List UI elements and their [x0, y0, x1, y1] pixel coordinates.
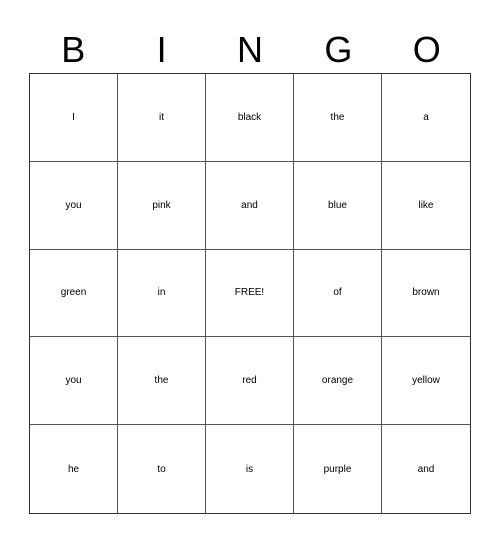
- bingo-cell[interactable]: of: [294, 249, 382, 338]
- bingo-cell[interactable]: I: [30, 74, 118, 162]
- header-letter-b: B: [61, 29, 86, 70]
- header-letter-i: I: [156, 29, 167, 70]
- bingo-cell[interactable]: the: [294, 74, 382, 162]
- bingo-cell[interactable]: you: [30, 161, 118, 250]
- bingo-header: B I N G O: [29, 28, 471, 72]
- bingo-cell[interactable]: brown: [382, 250, 470, 338]
- header-letter-n: N: [236, 29, 263, 70]
- bingo-cell[interactable]: to: [118, 425, 206, 513]
- bingo-cell[interactable]: blue: [294, 161, 382, 250]
- bingo-cell[interactable]: black: [206, 74, 294, 162]
- bingo-cell[interactable]: pink: [118, 161, 206, 250]
- bingo-cell[interactable]: and: [382, 425, 470, 513]
- header-letter-g: G: [324, 29, 353, 70]
- bingo-card-grid: I it black the a you pink and blue like …: [29, 73, 471, 514]
- bingo-cell[interactable]: it: [118, 74, 206, 162]
- bingo-cell[interactable]: is: [206, 425, 294, 513]
- bingo-cell[interactable]: orange: [294, 337, 382, 426]
- bingo-cell[interactable]: in: [118, 249, 206, 338]
- bingo-cell[interactable]: the: [118, 337, 206, 426]
- bingo-cell[interactable]: red: [206, 337, 294, 426]
- bingo-cell[interactable]: purple: [294, 425, 382, 513]
- bingo-cell[interactable]: green: [30, 249, 118, 338]
- free-space-cell[interactable]: FREE!: [206, 249, 294, 338]
- bingo-cell[interactable]: yellow: [382, 337, 470, 426]
- header-letter-o: O: [412, 29, 441, 70]
- bingo-cell[interactable]: like: [382, 162, 470, 250]
- bingo-cell[interactable]: he: [30, 425, 118, 513]
- bingo-cell[interactable]: a: [382, 74, 470, 162]
- bingo-cell[interactable]: and: [206, 161, 294, 250]
- bingo-cell[interactable]: you: [30, 337, 118, 426]
